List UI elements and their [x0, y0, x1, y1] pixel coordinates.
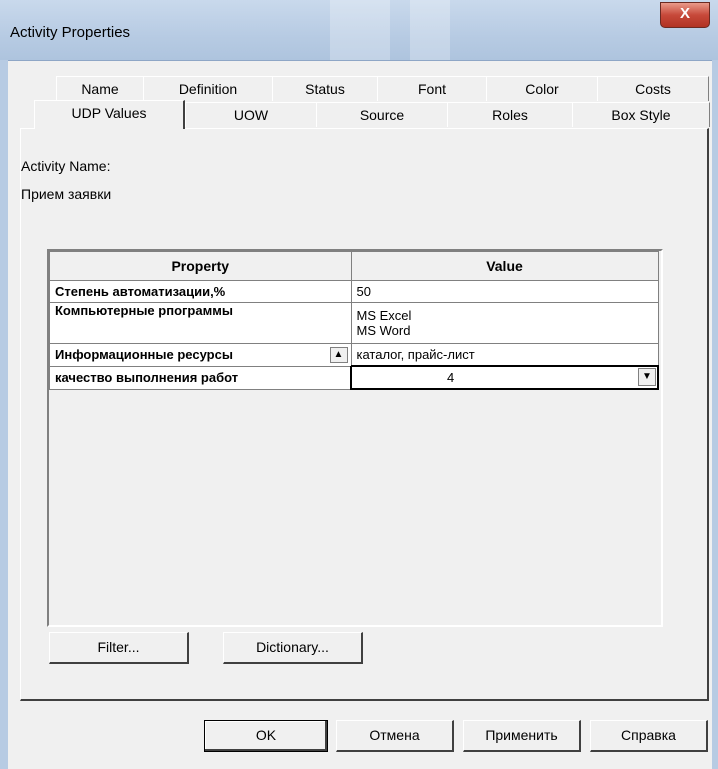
tab-status[interactable]: Status — [272, 76, 378, 101]
tab-color[interactable]: Color — [486, 76, 598, 101]
column-header-value[interactable]: Value — [350, 251, 659, 281]
property-cell: качество выполнения работ — [49, 365, 352, 390]
window-frame-left — [0, 60, 8, 769]
help-button[interactable]: Справка — [590, 720, 708, 752]
tab-source[interactable]: Source — [316, 102, 448, 127]
property-cell: Степень автоматизации,% — [49, 280, 352, 303]
title-bar: Activity Properties X — [0, 0, 718, 61]
filter-button[interactable]: Filter... — [49, 632, 189, 664]
down-arrow-icon[interactable]: ▼ — [638, 368, 656, 386]
close-button[interactable]: X — [660, 2, 710, 28]
value-cell[interactable]: MS Excel MS Word — [350, 302, 659, 344]
property-table: Property Value Степень автоматизации,% 5… — [49, 251, 659, 390]
value-cell[interactable]: 50 — [350, 280, 659, 303]
table-row[interactable]: качество выполнения работ 4 ▼ — [49, 365, 659, 390]
value-cell[interactable]: каталог, прайс-лист — [350, 343, 659, 367]
tab-name[interactable]: Name — [56, 76, 144, 101]
tab-definition[interactable]: Definition — [143, 76, 273, 101]
value-dropdown-cell[interactable]: 4 ▼ — [350, 365, 659, 390]
property-label: Информационные ресурсы — [55, 347, 233, 363]
activity-name-value: Прием заявки — [21, 186, 112, 202]
tab-font[interactable]: Font — [377, 76, 487, 101]
value-dropdown[interactable]: 4 ▼ — [357, 368, 656, 387]
dictionary-button[interactable]: Dictionary... — [223, 632, 363, 664]
tab-row-1: Name Definition Status Font Color Costs — [20, 76, 709, 101]
tab-row-2: UDP Values UOW Source Roles Box Style — [20, 100, 710, 129]
table-row[interactable]: Информационные ресурсы ▲ каталог, прайс-… — [49, 343, 659, 367]
value-line: MS Excel — [356, 308, 412, 323]
close-icon: X — [679, 5, 690, 22]
tab-roles[interactable]: Roles — [447, 102, 573, 127]
up-arrow-icon[interactable]: ▲ — [329, 347, 348, 363]
dropdown-value: 4 — [447, 370, 455, 385]
table-header-row: Property Value — [49, 251, 659, 281]
column-header-property[interactable]: Property — [49, 251, 352, 281]
ok-button[interactable]: OK — [204, 720, 328, 752]
tab-costs[interactable]: Costs — [597, 76, 709, 101]
value-line: MS Word — [356, 323, 411, 338]
title-glass — [330, 0, 390, 60]
window-frame-right — [712, 60, 718, 769]
property-cell: Компьютерные рпограммы — [49, 302, 352, 344]
activity-name-label: Activity Name: — [21, 158, 111, 174]
table-row[interactable]: Компьютерные рпограммы MS Excel MS Word — [49, 302, 659, 344]
title-glass — [410, 0, 450, 60]
tab-box-style[interactable]: Box Style — [572, 102, 710, 127]
window-title: Activity Properties — [10, 24, 131, 41]
tab-udp-values[interactable]: UDP Values — [34, 100, 185, 129]
tab-uow[interactable]: UOW — [185, 102, 317, 127]
property-grid[interactable]: Property Value Степень автоматизации,% 5… — [47, 249, 663, 627]
property-cell: Информационные ресурсы ▲ — [49, 343, 352, 367]
apply-button[interactable]: Применить — [463, 720, 581, 752]
cancel-button[interactable]: Отмена — [336, 720, 454, 752]
table-row[interactable]: Степень автоматизации,% 50 — [49, 280, 659, 303]
